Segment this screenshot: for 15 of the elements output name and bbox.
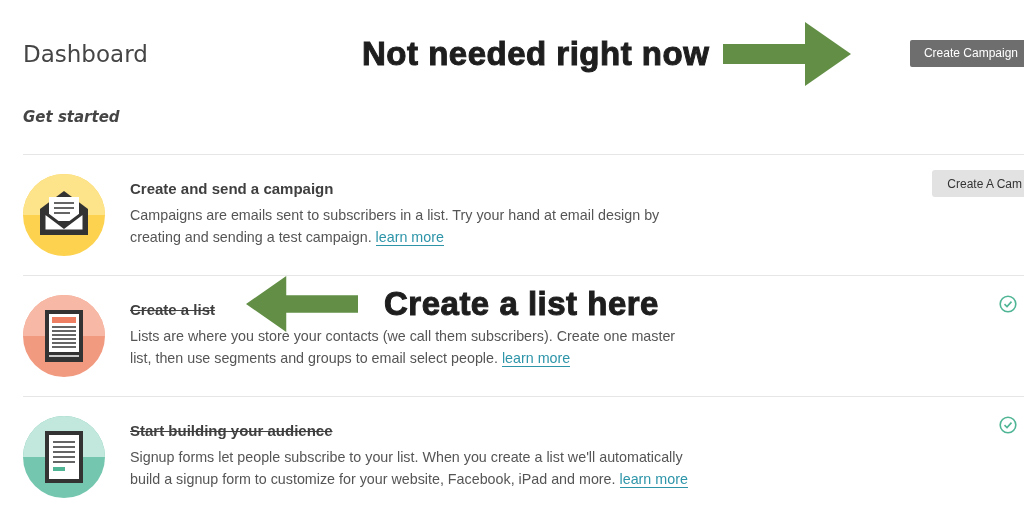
annotation-text: Create a list here xyxy=(384,285,659,323)
create-campaign-button[interactable]: Create Campaign xyxy=(909,39,1024,67)
step-description: Campaigns are emails sent to subscribers in a list. Try your hand at email design by creating and sending a test campaign. learn more xyxy=(130,206,661,248)
annotation-text: Not needed right now xyxy=(362,35,710,73)
section-title: Get started xyxy=(23,108,121,128)
step-title: Create a list xyxy=(130,301,216,318)
step-description: Signup forms let people subscribe to your list. When you create a list we'll automatically build a signup form to customize for your website, Facebook, iPad and more. learn more xyxy=(130,448,689,490)
step-title: Create and send a campaign xyxy=(130,180,334,197)
create-campaign-button[interactable]: Create A Cam xyxy=(932,170,1024,197)
learn-more-link[interactable]: learn more xyxy=(619,471,688,488)
page-title: Dashboard xyxy=(23,41,148,67)
step-title: Start building your audience xyxy=(130,422,333,439)
step-description: Lists are where you store your contacts (we call them subscribers). Create one master list, then use segments and groups to email select people. learn more xyxy=(130,327,677,369)
learn-more-link[interactable]: learn more xyxy=(501,350,571,367)
learn-more-link[interactable]: learn more xyxy=(375,229,444,246)
